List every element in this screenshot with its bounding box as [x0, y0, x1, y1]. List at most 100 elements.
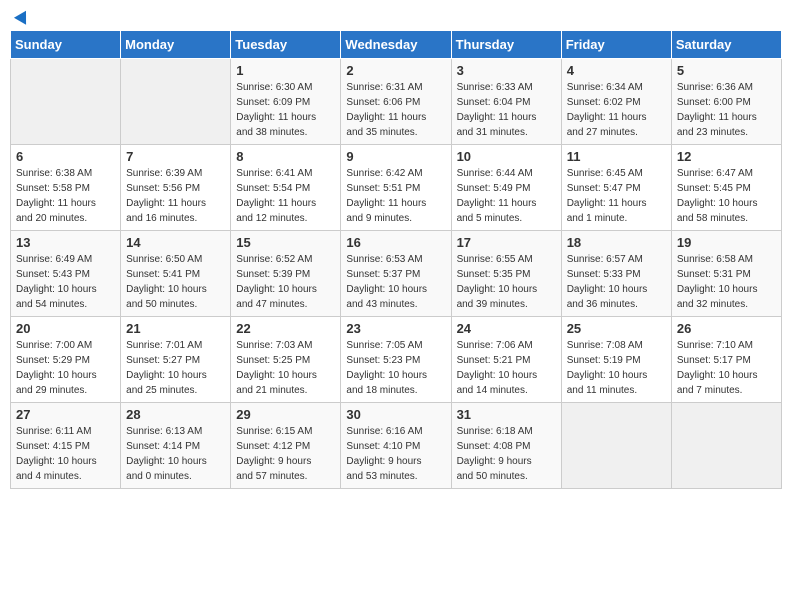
day-number: 26 [677, 321, 776, 336]
calendar-cell [11, 59, 121, 145]
day-number: 12 [677, 149, 776, 164]
calendar-cell: 6 Sunrise: 6:38 AM Sunset: 5:58 PM Daylig… [11, 145, 121, 231]
calendar-cell: 4 Sunrise: 6:34 AM Sunset: 6:02 PM Daylig… [561, 59, 671, 145]
day-info: Sunrise: 6:13 AM Sunset: 4:14 PM Dayligh… [126, 424, 225, 484]
calendar-cell: 5 Sunrise: 6:36 AM Sunset: 6:00 PM Daylig… [671, 59, 781, 145]
calendar-cell: 9 Sunrise: 6:42 AM Sunset: 5:51 PM Daylig… [341, 145, 451, 231]
day-number: 22 [236, 321, 335, 336]
day-info: Sunrise: 6:33 AM Sunset: 6:04 PM Dayligh… [457, 80, 556, 140]
header-day-saturday: Saturday [671, 31, 781, 59]
header-day-monday: Monday [121, 31, 231, 59]
day-number: 31 [457, 407, 556, 422]
logo [14, 10, 30, 22]
calendar-cell: 30 Sunrise: 6:16 AM Sunset: 4:10 PM Dayli… [341, 403, 451, 489]
calendar-cell: 15 Sunrise: 6:52 AM Sunset: 5:39 PM Dayli… [231, 231, 341, 317]
day-info: Sunrise: 6:42 AM Sunset: 5:51 PM Dayligh… [346, 166, 445, 226]
calendar-cell: 3 Sunrise: 6:33 AM Sunset: 6:04 PM Daylig… [451, 59, 561, 145]
day-info: Sunrise: 6:16 AM Sunset: 4:10 PM Dayligh… [346, 424, 445, 484]
calendar-week-1: 1Sunrise: 6:30 AM Sunset: 6:09 PM Daylig… [11, 59, 782, 145]
day-number: 11 [567, 149, 666, 164]
calendar-table: SundayMondayTuesdayWednesdayThursdayFrid… [10, 30, 782, 489]
header [10, 10, 782, 22]
day-info: Sunrise: 7:00 AM Sunset: 5:29 PM Dayligh… [16, 338, 115, 398]
day-number: 28 [126, 407, 225, 422]
day-number: 3 [457, 63, 556, 78]
calendar-cell [561, 403, 671, 489]
day-number: 20 [16, 321, 115, 336]
calendar-cell: 20 Sunrise: 7:00 AM Sunset: 5:29 PM Dayli… [11, 317, 121, 403]
day-info: Sunrise: 6:57 AM Sunset: 5:33 PM Dayligh… [567, 252, 666, 312]
day-info: Sunrise: 6:55 AM Sunset: 5:35 PM Dayligh… [457, 252, 556, 312]
day-info: Sunrise: 6:30 AM Sunset: 6:09 PM Dayligh… [236, 80, 335, 140]
day-info: Sunrise: 6:50 AM Sunset: 5:41 PM Dayligh… [126, 252, 225, 312]
day-number: 10 [457, 149, 556, 164]
header-day-thursday: Thursday [451, 31, 561, 59]
calendar-cell: 28 Sunrise: 6:13 AM Sunset: 4:14 PM Dayli… [121, 403, 231, 489]
calendar-cell: 21 Sunrise: 7:01 AM Sunset: 5:27 PM Dayli… [121, 317, 231, 403]
day-info: Sunrise: 6:18 AM Sunset: 4:08 PM Dayligh… [457, 424, 556, 484]
calendar-cell [121, 59, 231, 145]
day-info: Sunrise: 6:53 AM Sunset: 5:37 PM Dayligh… [346, 252, 445, 312]
calendar-cell: 24Sunrise: 7:06 AM Sunset: 5:21 PM Dayli… [451, 317, 561, 403]
day-info: Sunrise: 6:34 AM Sunset: 6:02 PM Dayligh… [567, 80, 666, 140]
day-number: 17 [457, 235, 556, 250]
day-number: 24 [457, 321, 556, 336]
day-info: Sunrise: 7:10 AM Sunset: 5:17 PM Dayligh… [677, 338, 776, 398]
calendar-cell: 26 Sunrise: 7:10 AM Sunset: 5:17 PM Dayli… [671, 317, 781, 403]
calendar-cell: 10 Sunrise: 6:44 AM Sunset: 5:49 PM Dayli… [451, 145, 561, 231]
calendar-cell: 25 Sunrise: 7:08 AM Sunset: 5:19 PM Dayli… [561, 317, 671, 403]
calendar-cell [671, 403, 781, 489]
day-number: 5 [677, 63, 776, 78]
calendar-cell: 13 Sunrise: 6:49 AM Sunset: 5:43 PM Dayli… [11, 231, 121, 317]
day-number: 29 [236, 407, 335, 422]
day-info: Sunrise: 7:08 AM Sunset: 5:19 PM Dayligh… [567, 338, 666, 398]
calendar-cell: 22Sunrise: 7:03 AM Sunset: 5:25 PM Dayli… [231, 317, 341, 403]
day-number: 18 [567, 235, 666, 250]
day-number: 13 [16, 235, 115, 250]
day-info: Sunrise: 6:31 AM Sunset: 6:06 PM Dayligh… [346, 80, 445, 140]
calendar-cell: 11 Sunrise: 6:45 AM Sunset: 5:47 PM Dayli… [561, 145, 671, 231]
header-day-tuesday: Tuesday [231, 31, 341, 59]
calendar-cell: 14 Sunrise: 6:50 AM Sunset: 5:41 PM Dayli… [121, 231, 231, 317]
calendar-cell: 23Sunrise: 7:05 AM Sunset: 5:23 PM Dayli… [341, 317, 451, 403]
calendar-cell: 31 Sunrise: 6:18 AM Sunset: 4:08 PM Dayli… [451, 403, 561, 489]
day-info: Sunrise: 6:49 AM Sunset: 5:43 PM Dayligh… [16, 252, 115, 312]
day-info: Sunrise: 6:44 AM Sunset: 5:49 PM Dayligh… [457, 166, 556, 226]
day-number: 21 [126, 321, 225, 336]
calendar-cell: 8 Sunrise: 6:41 AM Sunset: 5:54 PM Daylig… [231, 145, 341, 231]
calendar-cell: 16 Sunrise: 6:53 AM Sunset: 5:37 PM Dayli… [341, 231, 451, 317]
calendar-cell: 2 Sunrise: 6:31 AM Sunset: 6:06 PM Daylig… [341, 59, 451, 145]
day-info: Sunrise: 6:45 AM Sunset: 5:47 PM Dayligh… [567, 166, 666, 226]
day-number: 14 [126, 235, 225, 250]
calendar-cell: 27Sunrise: 6:11 AM Sunset: 4:15 PM Dayli… [11, 403, 121, 489]
calendar-cell: 18 Sunrise: 6:57 AM Sunset: 5:33 PM Dayli… [561, 231, 671, 317]
day-number: 25 [567, 321, 666, 336]
calendar-cell: 12 Sunrise: 6:47 AM Sunset: 5:45 PM Dayli… [671, 145, 781, 231]
day-number: 15 [236, 235, 335, 250]
day-number: 23 [346, 321, 445, 336]
day-number: 7 [126, 149, 225, 164]
day-number: 9 [346, 149, 445, 164]
logo-icon [14, 7, 32, 24]
day-info: Sunrise: 6:38 AM Sunset: 5:58 PM Dayligh… [16, 166, 115, 226]
calendar-week-3: 13 Sunrise: 6:49 AM Sunset: 5:43 PM Dayli… [11, 231, 782, 317]
day-info: Sunrise: 6:15 AM Sunset: 4:12 PM Dayligh… [236, 424, 335, 484]
day-info: Sunrise: 6:52 AM Sunset: 5:39 PM Dayligh… [236, 252, 335, 312]
day-number: 16 [346, 235, 445, 250]
calendar-cell: 1Sunrise: 6:30 AM Sunset: 6:09 PM Daylig… [231, 59, 341, 145]
day-info: Sunrise: 7:01 AM Sunset: 5:27 PM Dayligh… [126, 338, 225, 398]
calendar-cell: 29 Sunrise: 6:15 AM Sunset: 4:12 PM Dayli… [231, 403, 341, 489]
day-number: 30 [346, 407, 445, 422]
day-info: Sunrise: 6:36 AM Sunset: 6:00 PM Dayligh… [677, 80, 776, 140]
day-number: 2 [346, 63, 445, 78]
header-day-friday: Friday [561, 31, 671, 59]
day-number: 8 [236, 149, 335, 164]
day-number: 6 [16, 149, 115, 164]
day-info: Sunrise: 6:41 AM Sunset: 5:54 PM Dayligh… [236, 166, 335, 226]
day-info: Sunrise: 6:47 AM Sunset: 5:45 PM Dayligh… [677, 166, 776, 226]
day-number: 4 [567, 63, 666, 78]
calendar-week-5: 27Sunrise: 6:11 AM Sunset: 4:15 PM Dayli… [11, 403, 782, 489]
calendar-header: SundayMondayTuesdayWednesdayThursdayFrid… [11, 31, 782, 59]
header-day-wednesday: Wednesday [341, 31, 451, 59]
calendar-week-2: 6 Sunrise: 6:38 AM Sunset: 5:58 PM Daylig… [11, 145, 782, 231]
